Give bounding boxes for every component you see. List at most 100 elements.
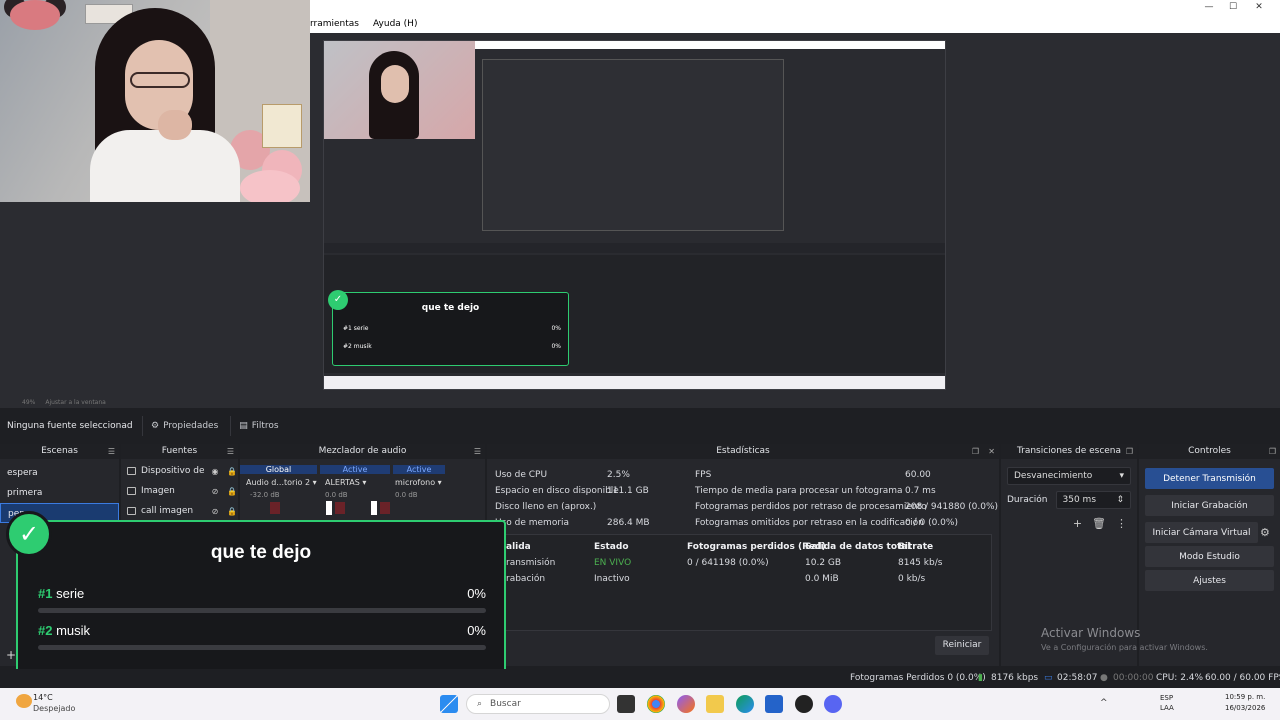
mixer-channel[interactable]: Audio d...torio 2 ▾ bbox=[240, 478, 317, 487]
lang-code[interactable]: ESP bbox=[1160, 694, 1173, 702]
alert-title: que te dejo bbox=[210, 542, 312, 563]
dock-menu-icon[interactable]: ☰ bbox=[474, 444, 481, 459]
stop-streaming-button[interactable]: Detener Transmisión bbox=[1145, 468, 1274, 489]
start-recording-button[interactable]: Iniciar Grabación bbox=[1145, 495, 1274, 516]
minimize-button[interactable]: — bbox=[1198, 0, 1220, 15]
weather-desc[interactable]: Despejado bbox=[33, 704, 75, 713]
add-icon[interactable]: + bbox=[1073, 517, 1082, 530]
rec-time: 00:00:00 bbox=[1113, 673, 1154, 683]
weather-icon[interactable] bbox=[16, 694, 32, 708]
eye-hidden-icon[interactable]: ⊘ bbox=[209, 487, 221, 496]
fit-window[interactable]: Ajustar a la ventana bbox=[45, 399, 106, 406]
zoom-level[interactable]: 49% bbox=[22, 399, 35, 406]
duration-label: Duración bbox=[1007, 495, 1048, 505]
chevron-down-icon: ▾ bbox=[1119, 471, 1124, 481]
mixer-channel[interactable]: microfono ▾ bbox=[387, 478, 447, 487]
search-icon: ⌕ bbox=[477, 699, 483, 709]
sources-title: Fuentes bbox=[161, 446, 198, 456]
gear-icon[interactable]: ⚙ bbox=[1260, 526, 1276, 539]
alert-progress-bar bbox=[38, 645, 486, 650]
settings-button[interactable]: Ajustes bbox=[1145, 570, 1274, 591]
poll-alert-overlay: que te dejo #1 serie 0% #2 musik 0% bbox=[16, 520, 506, 676]
eye-hidden-icon[interactable]: ⊘ bbox=[209, 507, 221, 516]
lock-icon[interactable]: 🔒 bbox=[226, 467, 238, 476]
mixer-channel[interactable]: ALERTAS ▾ bbox=[317, 478, 387, 487]
alert-row: #2 musik 0% bbox=[38, 623, 486, 638]
reset-button[interactable]: Reiniciar bbox=[935, 636, 989, 655]
menu-help[interactable]: Ayuda (H) bbox=[373, 19, 417, 29]
lock-icon[interactable]: 🔒 bbox=[226, 507, 238, 516]
fps-counter: 60.00 / 60.00 FPS bbox=[1205, 673, 1280, 683]
live-icon: ▭ bbox=[1044, 673, 1053, 683]
alert-progress-bar bbox=[38, 608, 486, 613]
mixer-title: Mezclador de audio bbox=[318, 446, 407, 456]
camera-icon bbox=[127, 467, 136, 475]
mini-alert-overlay: que te dejo #1 serie 0% #2 musik 0% bbox=[332, 292, 569, 366]
taskbar-search[interactable]: ⌕ Buscar bbox=[466, 694, 610, 714]
obs-icon[interactable] bbox=[795, 695, 813, 713]
task-view-icon[interactable] bbox=[617, 695, 635, 713]
no-source-label: Ninguna fuente seleccionad bbox=[7, 421, 133, 431]
taskbar: 14°C Despejado ⌕ Buscar ^ ESP LAA 10:59 p… bbox=[0, 688, 1280, 720]
mini-check-icon: ✓ bbox=[328, 290, 348, 310]
properties-button[interactable]: ⚙ Propiedades bbox=[142, 416, 226, 436]
audio-meters bbox=[240, 501, 485, 515]
maximize-button[interactable]: ☐ bbox=[1222, 0, 1244, 15]
image-icon bbox=[127, 507, 136, 515]
live-time: 02:58:07 bbox=[1057, 673, 1098, 683]
float-icon[interactable]: ❐ bbox=[1269, 444, 1276, 459]
bitrate: 8176 kbps bbox=[991, 673, 1039, 683]
copilot-icon[interactable] bbox=[677, 695, 695, 713]
close-icon[interactable]: ✕ bbox=[988, 444, 995, 459]
weather-temp[interactable]: 14°C bbox=[33, 693, 53, 702]
mixer-level: 0.0 dB bbox=[325, 491, 348, 499]
image-icon bbox=[127, 487, 136, 495]
windows-start-icon[interactable] bbox=[440, 695, 458, 713]
scene-item[interactable]: espera bbox=[0, 463, 119, 483]
mixer-tab-global[interactable]: Global bbox=[240, 464, 317, 474]
studio-mode-button[interactable]: Modo Estudio bbox=[1145, 546, 1274, 567]
dock-menu-icon[interactable]: ☰ bbox=[108, 444, 115, 459]
eye-icon[interactable]: ◉ bbox=[209, 467, 221, 476]
transition-select[interactable]: Desvanecimiento ▾ bbox=[1007, 467, 1131, 485]
mixer-level: -32.0 dB bbox=[250, 491, 280, 499]
close-button[interactable]: ✕ bbox=[1248, 0, 1270, 15]
more-icon[interactable]: ⋮ bbox=[1116, 517, 1127, 530]
float-icon[interactable]: ❐ bbox=[972, 444, 979, 459]
menu-bar: rramientas Ayuda (H) bbox=[310, 15, 1280, 33]
activation-watermark-sub: Ve a Configuración para activar Windows. bbox=[1041, 643, 1208, 652]
source-item[interactable]: Imagen ⊘ 🔒 bbox=[121, 481, 238, 501]
mixer-tab-active[interactable]: Active bbox=[320, 464, 390, 474]
clock-time[interactable]: 10:59 p. m. bbox=[1225, 693, 1265, 701]
filters-button[interactable]: ▤ Filtros bbox=[230, 416, 286, 436]
store-icon[interactable] bbox=[765, 695, 783, 713]
check-icon: ✓ bbox=[6, 511, 52, 557]
transitions-title: Transiciones de escena bbox=[1016, 446, 1122, 456]
start-virtual-camera-button[interactable]: Iniciar Cámara Virtual bbox=[1145, 522, 1258, 543]
filter-icon: ▤ bbox=[239, 421, 248, 431]
source-item[interactable]: call imagen ⊘ 🔒 bbox=[121, 501, 238, 521]
folder-icon[interactable] bbox=[706, 695, 724, 713]
zoom-strip: 49% Ajustar a la ventana bbox=[0, 396, 1280, 408]
edge-icon[interactable] bbox=[736, 695, 754, 713]
float-icon[interactable]: ❐ bbox=[1126, 444, 1133, 459]
mixer-level: 0.0 dB bbox=[395, 491, 418, 499]
add-scene-icon[interactable]: + bbox=[6, 648, 16, 662]
mixer-tab-active[interactable]: Active bbox=[393, 464, 445, 474]
menu-tools[interactable]: rramientas bbox=[310, 19, 359, 29]
clock-date[interactable]: 16/03/2026 bbox=[1225, 704, 1265, 712]
lang-layout[interactable]: LAA bbox=[1160, 704, 1174, 712]
dock-menu-icon[interactable]: ☰ bbox=[227, 444, 234, 459]
trash-icon[interactable]: 🗑 bbox=[1092, 517, 1106, 530]
duration-spinbox[interactable]: 350 ms ⇕ bbox=[1055, 491, 1131, 509]
webcam-preview bbox=[0, 0, 310, 202]
tray-chevron-icon[interactable]: ^ bbox=[1100, 698, 1108, 708]
stats-dock: Estadísticas ❐ ✕ Uso de CPU Espacio en dis… bbox=[487, 444, 999, 666]
outputs-table: alida ransmisión rabación Estado EN VIVO… bbox=[487, 534, 992, 631]
chrome-icon[interactable] bbox=[647, 695, 665, 713]
discord-icon[interactable] bbox=[824, 695, 842, 713]
scene-item[interactable]: primera bbox=[0, 483, 119, 503]
spin-icon: ⇕ bbox=[1116, 495, 1124, 505]
source-item[interactable]: Dispositivo de ◉ 🔒 bbox=[121, 461, 238, 481]
lock-icon[interactable]: 🔒 bbox=[226, 487, 238, 496]
